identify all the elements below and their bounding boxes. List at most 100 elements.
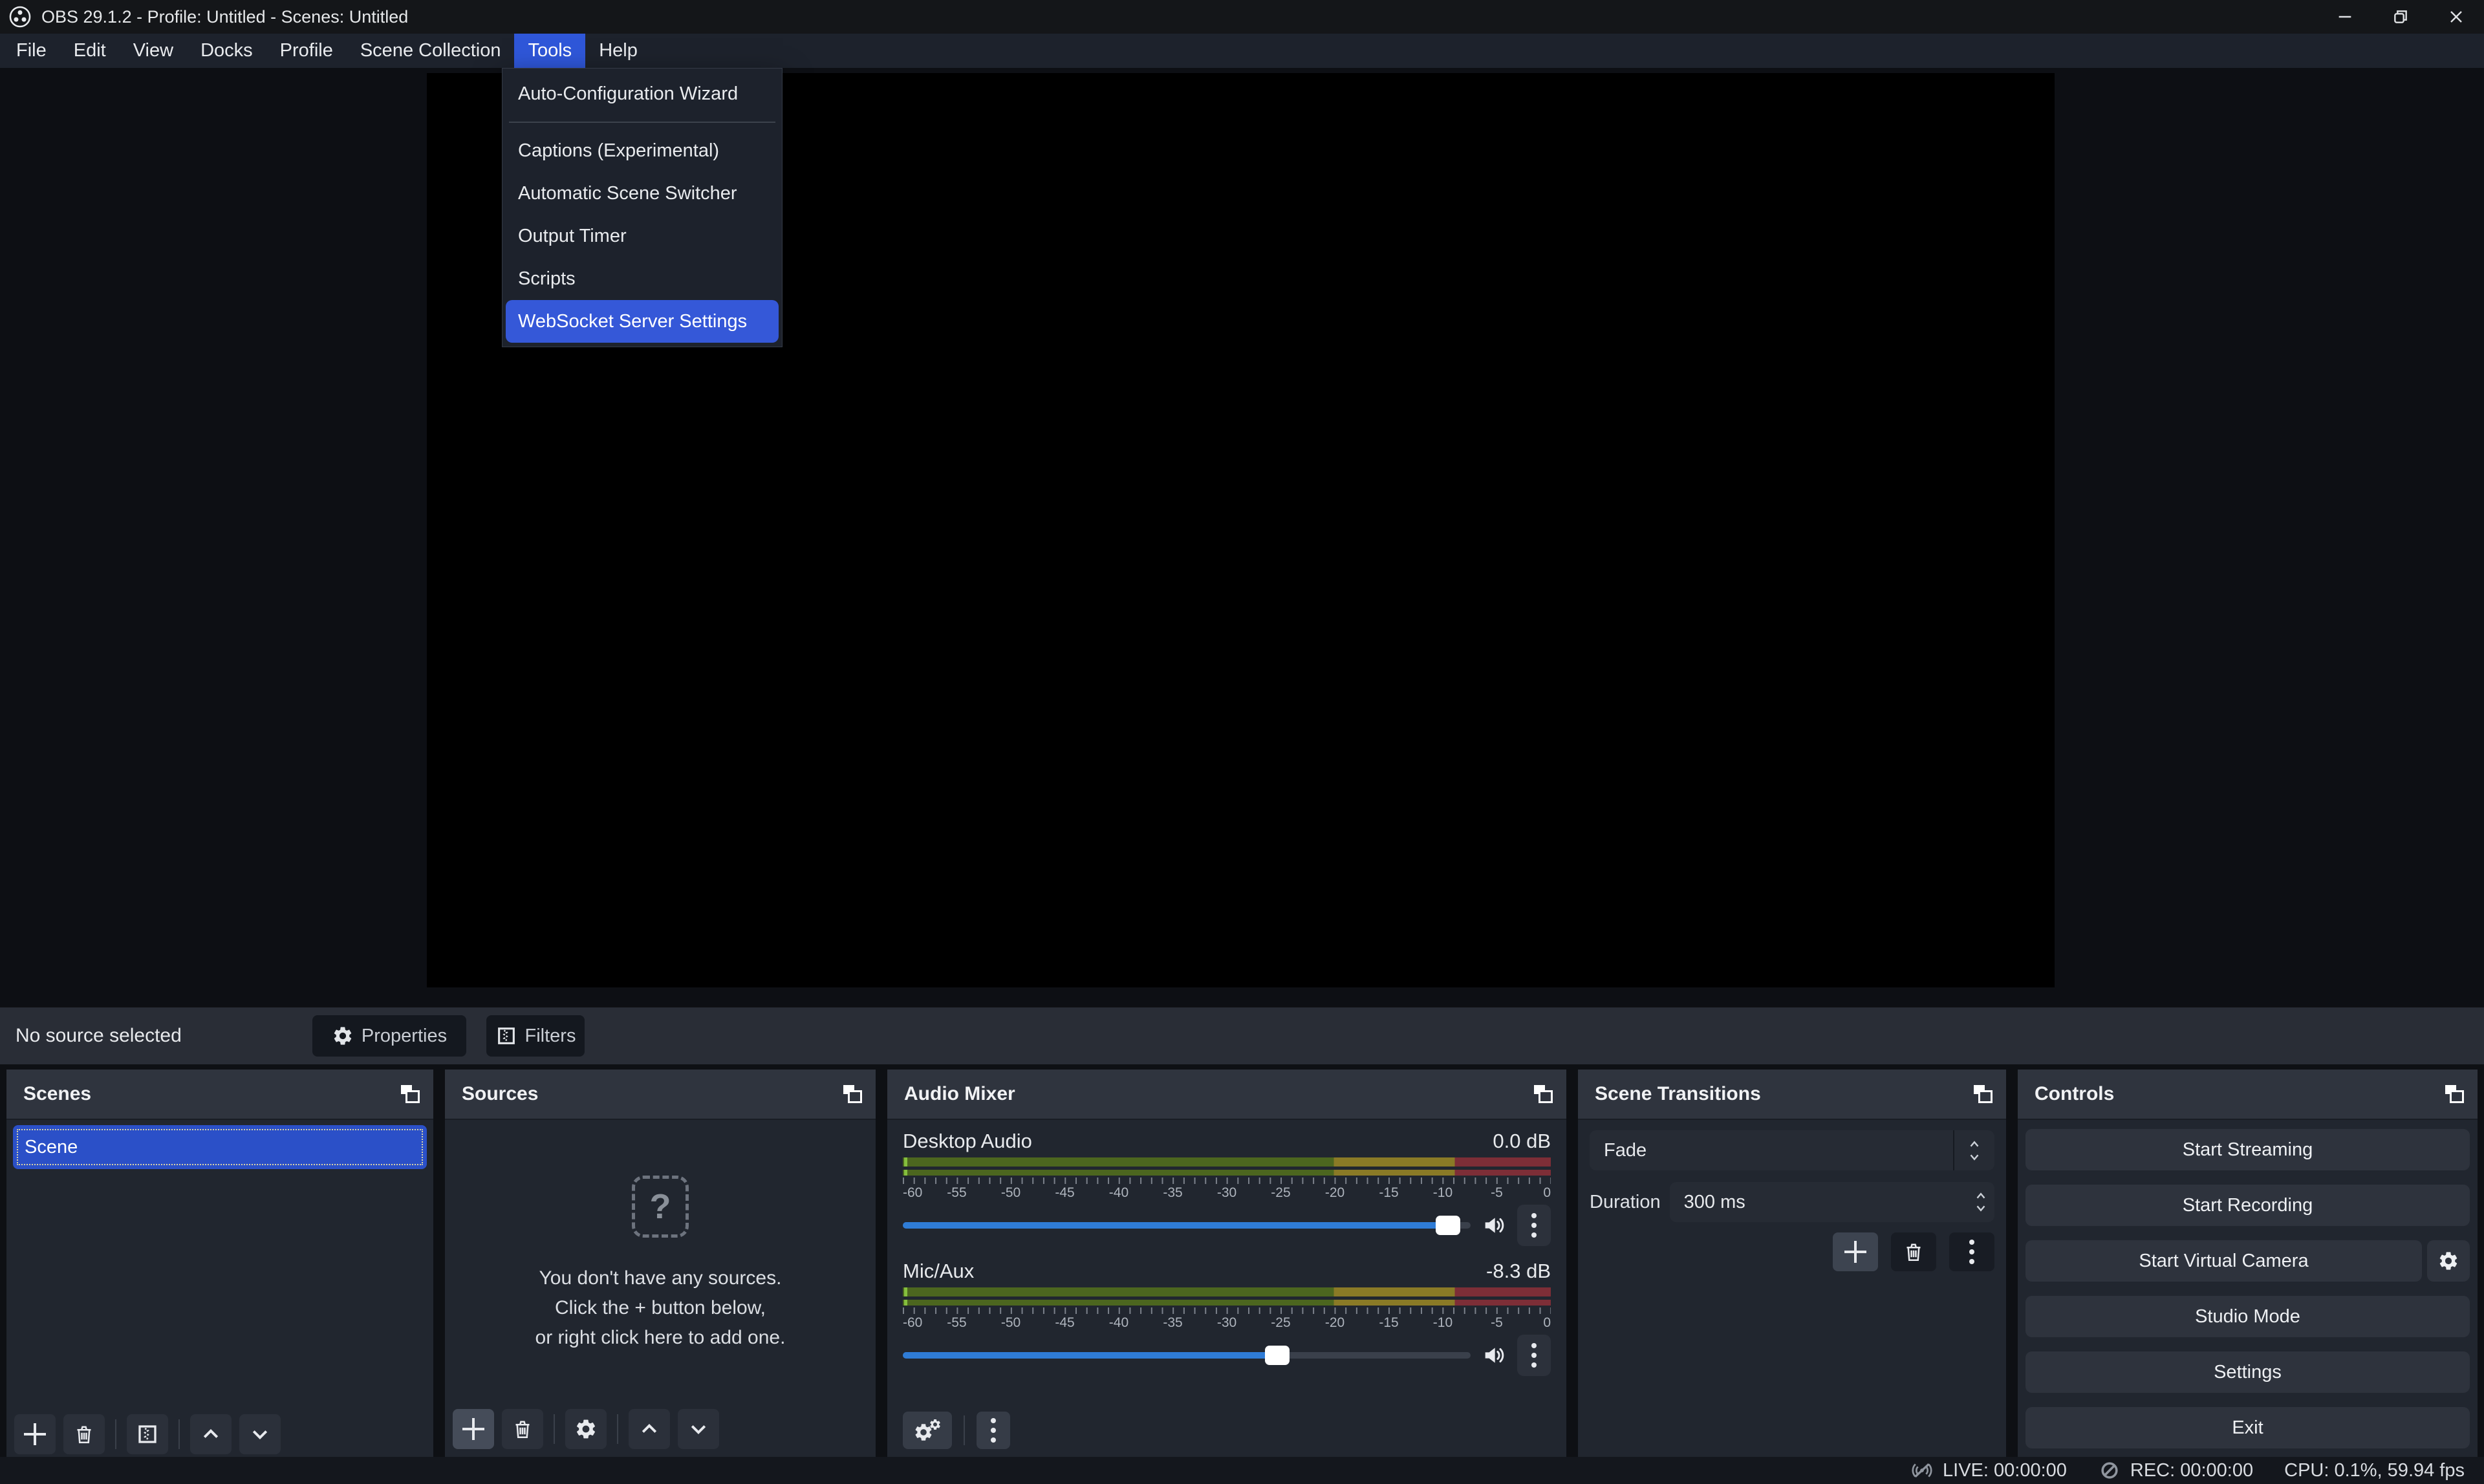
add-source-button[interactable] [453,1409,494,1449]
menu-item-docks[interactable]: Docks [187,34,266,68]
exit-button[interactable]: Exit [2025,1407,2470,1448]
popout-icon[interactable] [842,1084,863,1104]
move-source-up-button[interactable] [629,1409,670,1449]
popout-icon[interactable] [1972,1084,1993,1104]
popout-icon[interactable] [1533,1084,1553,1104]
scale-label: -40 [1109,1185,1129,1201]
virtual-camera-settings-button[interactable] [2427,1240,2470,1282]
channel-options-button[interactable] [1517,1205,1551,1246]
scale-label: -35 [1163,1315,1182,1331]
channel-options-button[interactable] [1517,1335,1551,1376]
studio-mode-button[interactable]: Studio Mode [2025,1296,2470,1337]
close-button[interactable] [2428,0,2484,34]
preview-area [0,68,2484,1006]
scale-label: -55 [947,1315,966,1331]
menu-item-help[interactable]: Help [585,34,651,68]
transition-select[interactable]: Fade [1590,1130,1994,1170]
scale-label: -10 [1433,1315,1453,1331]
filters-button-label: Filters [525,1026,576,1047]
tools-menu-item-automatic-scene-switcher[interactable]: Automatic Scene Switcher [502,172,782,215]
speaker-icon[interactable] [1481,1212,1507,1238]
scale-label: -30 [1217,1315,1237,1331]
menu-item-view[interactable]: View [120,34,187,68]
remove-transition-button[interactable] [1891,1232,1936,1271]
scale-label: -10 [1433,1185,1453,1201]
tools-menu-item-auto-configuration-wizard[interactable]: Auto-Configuration Wizard [502,72,782,115]
transition-select-value: Fade [1604,1140,1647,1161]
scene-transitions-title: Scene Transitions [1595,1083,1761,1105]
scale-label: 0 [1543,1315,1551,1331]
cpu-status: CPU: 0.1%, 59.94 fps [2284,1460,2465,1481]
mixer-channel-mic-aux: Mic/Aux -8.3 dB -60 -55 -50 -45 [903,1256,1551,1376]
duration-spinner[interactable] [1974,1182,1988,1222]
move-source-down-button[interactable] [678,1409,719,1449]
menu-item-profile[interactable]: Profile [266,34,347,68]
tools-menu-item-output-timer[interactable]: Output Timer [502,215,782,257]
filters-button[interactable]: Filters [486,1015,585,1057]
menu-item-file[interactable]: File [3,34,60,68]
channel-name: Desktop Audio [903,1130,1032,1153]
mixer-options-button[interactable] [977,1412,1010,1449]
menu-item-tools[interactable]: Tools [514,34,585,68]
kebab-menu-icon [1531,1213,1537,1238]
move-scene-down-button[interactable] [239,1414,281,1454]
add-scene-button[interactable] [14,1414,56,1454]
move-scene-up-button[interactable] [190,1414,232,1454]
select-spinner[interactable] [1953,1130,1994,1170]
restore-icon [2390,6,2411,27]
scene-list-item[interactable]: Scene [13,1125,427,1169]
gear-icon [574,1417,598,1441]
channel-level-db: -8.3 dB [1486,1260,1551,1283]
restore-button[interactable] [2373,0,2428,34]
remove-scene-button[interactable] [63,1414,105,1454]
settings-button[interactable]: Settings [2025,1351,2470,1393]
speaker-icon[interactable] [1481,1342,1507,1368]
volume-slider-handle[interactable] [1265,1346,1290,1365]
empty-state-line: Click the + button below, [445,1293,876,1323]
volume-slider-handle[interactable] [1436,1216,1460,1235]
source-properties-button[interactable] [565,1409,607,1449]
scale-label: -60 [903,1315,922,1331]
start-virtual-camera-button[interactable]: Start Virtual Camera [2025,1240,2422,1282]
add-transition-button[interactable] [1833,1232,1878,1271]
close-icon [2446,6,2467,27]
properties-button-label: Properties [362,1026,447,1047]
minimize-button[interactable] [2317,0,2373,34]
start-recording-button[interactable]: Start Recording [2025,1185,2470,1226]
window-controls [2317,0,2484,34]
mixer-channel-desktop-audio: Desktop Audio 0.0 dB -60 -55 -50 -45 [903,1126,1551,1246]
tools-menu-item-captions[interactable]: Captions (Experimental) [502,129,782,172]
remove-source-button[interactable] [502,1409,543,1449]
properties-button[interactable]: Properties [312,1015,466,1057]
sources-toolbar [453,1409,719,1449]
menu-item-scene-collection[interactable]: Scene Collection [347,34,515,68]
volume-slider[interactable] [903,1341,1471,1370]
popout-icon[interactable] [400,1084,420,1104]
rec-time: REC: 00:00:00 [2130,1460,2253,1481]
scale-label: -50 [1001,1185,1021,1201]
start-streaming-button[interactable]: Start Streaming [2025,1129,2470,1170]
popout-icon[interactable] [2444,1084,2465,1104]
chevron-down-icon [248,1423,272,1446]
duration-input[interactable]: 300 ms [1670,1182,1994,1222]
record-off-icon [2098,1459,2121,1482]
scene-filters-button[interactable] [127,1414,168,1454]
audio-mixer-title: Audio Mixer [904,1083,1015,1105]
plus-icon [1844,1241,1866,1263]
volume-slider[interactable] [903,1211,1471,1240]
advanced-audio-properties-button[interactable] [903,1412,952,1449]
tools-menu-item-websocket-server-settings[interactable]: WebSocket Server Settings [506,300,779,343]
double-gear-icon [913,1418,942,1443]
meter-scale-labels: -60 -55 -50 -45 -40 -35 -30 -25 -20 -15 [903,1184,1551,1202]
kebab-menu-icon [991,1418,996,1443]
scale-label: -50 [1001,1315,1021,1331]
menu-item-edit[interactable]: Edit [60,34,120,68]
volume-meter: -60 -55 -50 -45 -40 -35 -30 -25 -20 -15 [903,1157,1551,1202]
gear-icon [332,1025,354,1047]
tools-menu-item-scripts[interactable]: Scripts [502,257,782,300]
kebab-menu-icon [1969,1240,1974,1264]
scene-transitions-header: Scene Transitions [1578,1070,2006,1120]
scenes-panel-header: Scenes [6,1070,433,1120]
transition-options-button[interactable] [1949,1232,1994,1271]
tools-menu: Auto-Configuration Wizard Captions (Expe… [502,68,783,347]
